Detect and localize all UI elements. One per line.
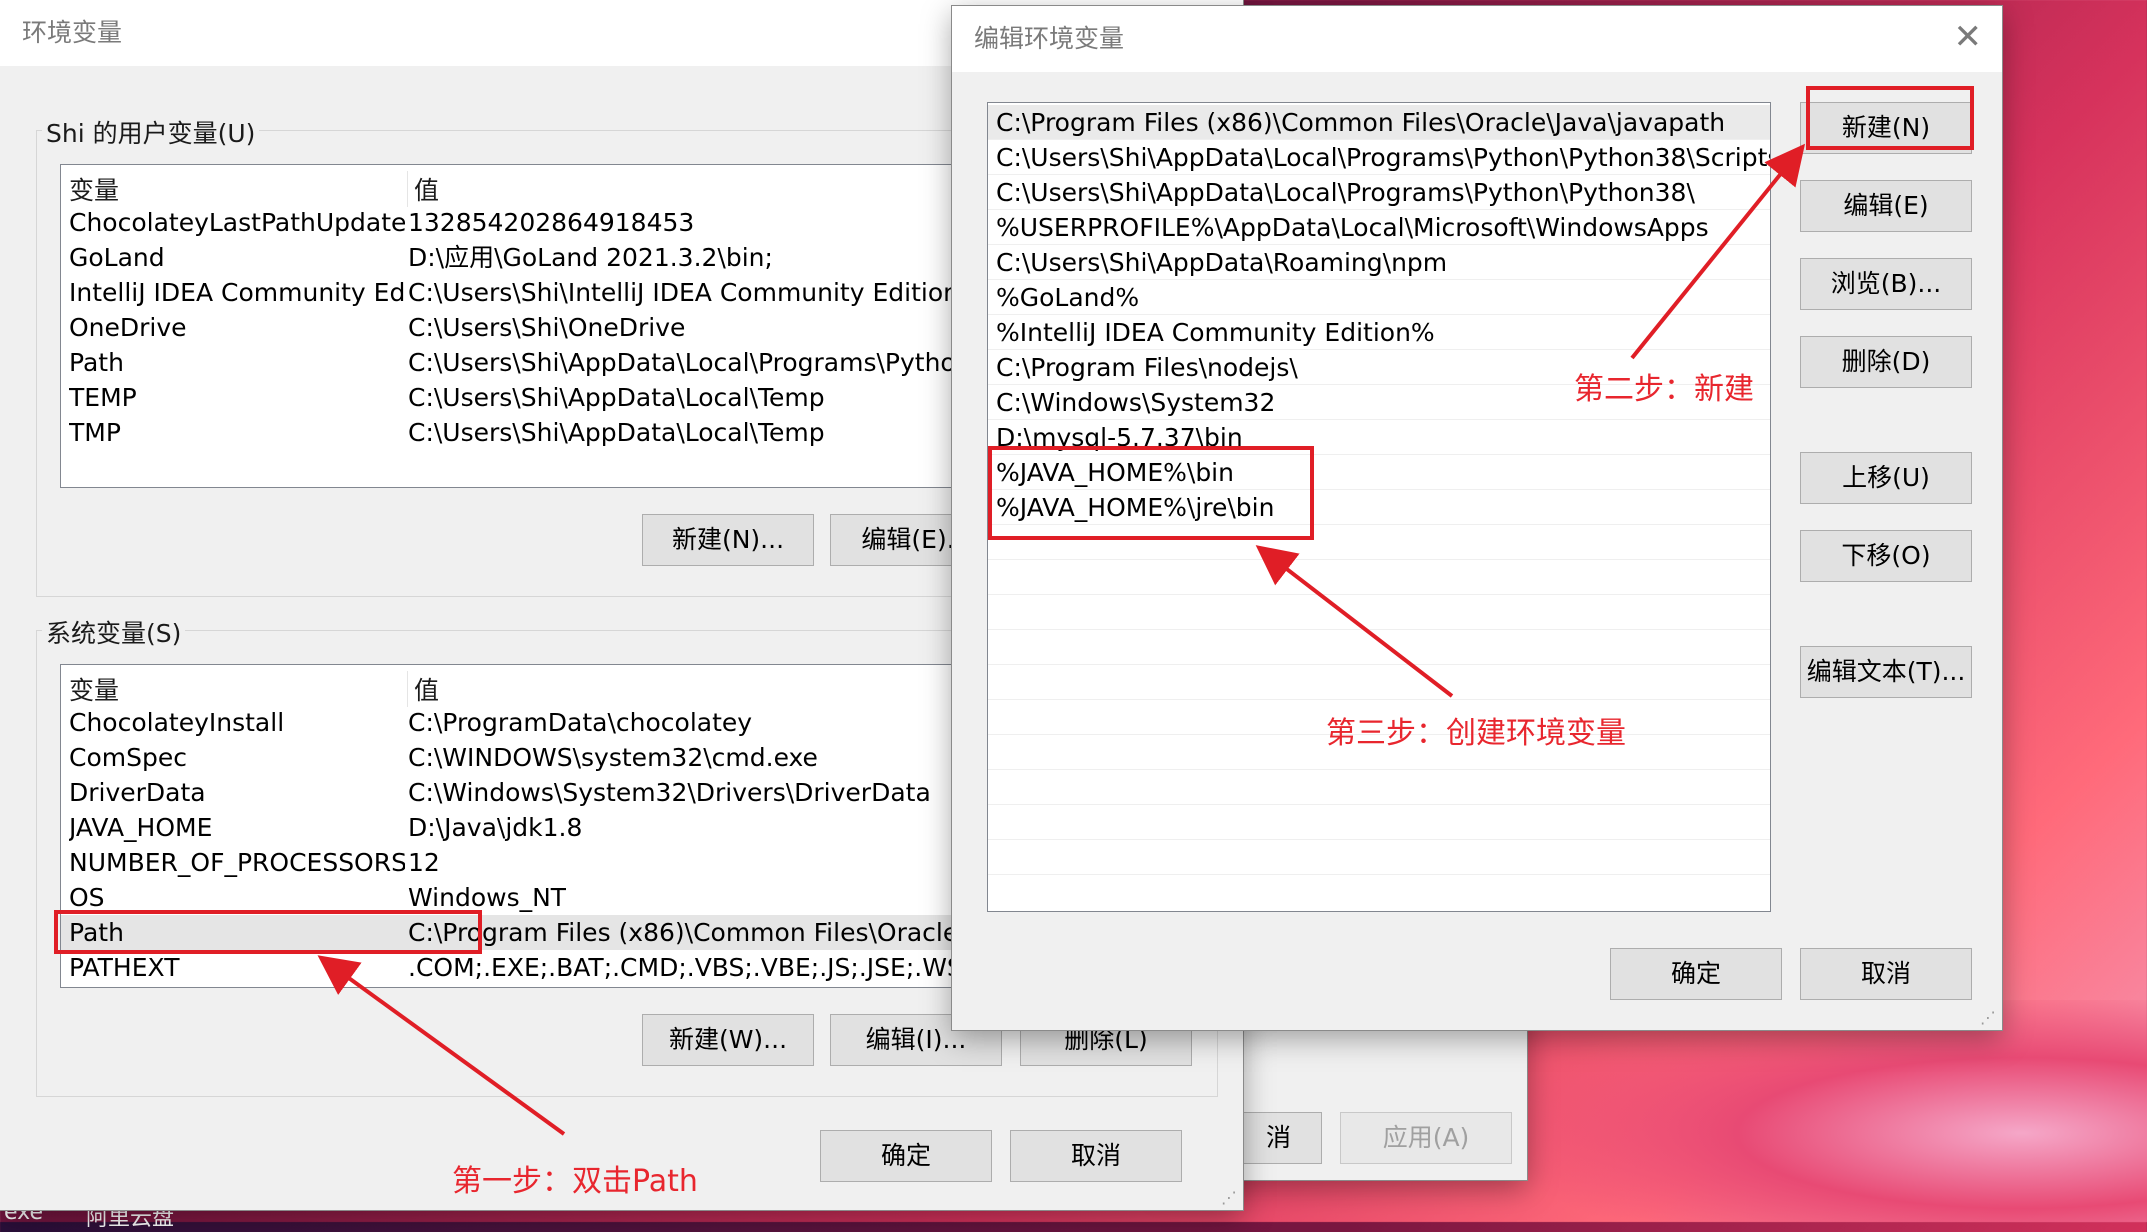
highlight-java-paths (988, 446, 1314, 540)
var-name: JAVA_HOME (69, 813, 213, 842)
var-value: C:\Users\Shi\AppData\Local\Temp (408, 383, 825, 412)
system-vars-group-label: 系统变量(S) (42, 614, 186, 650)
path-browse-button[interactable]: 浏览(B)... (1800, 258, 1972, 310)
column-header-variable[interactable]: 变量 (69, 671, 119, 707)
path-move-up-button[interactable]: 上移(U) (1800, 452, 1972, 504)
var-name: ComSpec (69, 743, 187, 772)
back-apply-button[interactable]: 应用(A) (1340, 1112, 1512, 1164)
edit-ok-button[interactable]: 确定 (1610, 948, 1782, 1000)
path-edit-text-button[interactable]: 编辑文本(T)... (1800, 646, 1972, 698)
var-name: GoLand (69, 243, 165, 272)
var-name: NUMBER_OF_PROCESSORS (69, 848, 405, 877)
path-edit-button[interactable]: 编辑(E) (1800, 180, 1972, 232)
var-name: IntelliJ IDEA Community Ed... (69, 278, 405, 307)
path-entry-empty[interactable] (988, 560, 1770, 595)
var-value: C:\Users\Shi\IntelliJ IDEA Community Edi… (408, 278, 999, 307)
highlight-new-button (1806, 86, 1974, 150)
path-entry[interactable]: %GoLand% (988, 280, 1770, 315)
var-value: C:\Users\Shi\AppData\Local\Temp (408, 418, 825, 447)
user-vars-group-label: Shi 的用户变量(U) (42, 114, 260, 150)
path-entry[interactable]: C:\Users\Shi\AppData\Local\Programs\Pyth… (988, 175, 1770, 210)
var-value: .COM;.EXE;.BAT;.CMD;.VBS;.VBE;.JS;.JSE;.… (408, 953, 1035, 982)
var-name: TEMP (69, 383, 137, 412)
annotation-step2: 第二步：新建 (1574, 372, 1754, 407)
edit-cancel-button[interactable]: 取消 (1800, 948, 1972, 1000)
path-entry[interactable]: C:\Program Files (x86)\Common Files\Orac… (988, 105, 1770, 140)
resize-grip-icon[interactable]: ⋰ (1980, 1008, 1998, 1027)
var-value: C:\Windows\System32\Drivers\DriverData (408, 778, 931, 807)
var-name: Path (69, 348, 124, 377)
path-entry[interactable]: %IntelliJ IDEA Community Edition% (988, 315, 1770, 350)
var-value: 12 (408, 848, 440, 877)
var-value: 132854202864918453 (408, 208, 695, 237)
annotation-step1: 第一步：双击Path (452, 1164, 698, 1199)
path-delete-button[interactable]: 删除(D) (1800, 336, 1972, 388)
var-value: C:\Users\Shi\OneDrive (408, 313, 686, 342)
system-new-button[interactable]: 新建(W)... (642, 1014, 814, 1066)
path-entry-empty[interactable] (988, 840, 1770, 875)
var-value: C:\ProgramData\chocolatey (408, 708, 753, 737)
path-entry-empty[interactable] (988, 595, 1770, 630)
var-name: ChocolateyInstall (69, 708, 285, 737)
user-new-button[interactable]: 新建(N)... (642, 514, 814, 566)
highlight-path-row (54, 910, 482, 954)
var-value: D:\应用\GoLand 2021.3.2\bin; (408, 243, 773, 272)
path-entry[interactable]: C:\Users\Shi\AppData\Roaming\npm (988, 245, 1770, 280)
path-entry-empty[interactable] (988, 665, 1770, 700)
edit-window-titlebar[interactable]: 编辑环境变量 (952, 6, 2002, 72)
env-window-title: 环境变量 (22, 18, 123, 47)
var-name: TMP (69, 418, 121, 447)
column-header-value[interactable]: 值 (407, 671, 439, 707)
var-name: PATHEXT (69, 953, 180, 982)
resize-grip-icon[interactable]: ⋰ (1221, 1188, 1239, 1207)
path-entry[interactable]: %USERPROFILE%\AppData\Local\Microsoft\Wi… (988, 210, 1770, 245)
edit-window-title: 编辑环境变量 (974, 24, 1125, 53)
path-entry-empty[interactable] (988, 770, 1770, 805)
env-ok-button[interactable]: 确定 (820, 1130, 992, 1182)
var-name: DriverData (69, 778, 206, 807)
column-header-variable[interactable]: 变量 (69, 171, 119, 207)
var-value: C:\Users\Shi\AppData\Local\Programs\Pyth… (408, 348, 996, 377)
path-move-down-button[interactable]: 下移(O) (1800, 530, 1972, 582)
path-entry-empty[interactable] (988, 630, 1770, 665)
var-value: D:\Java\jdk1.8 (408, 813, 583, 842)
path-entry[interactable]: C:\Users\Shi\AppData\Local\Programs\Pyth… (988, 140, 1770, 175)
var-name: ChocolateyLastPathUpdate (69, 208, 405, 237)
var-value: C:\Program Files (x86)\Common Files\Orac… (408, 918, 1005, 947)
close-icon[interactable]: ✕ (1954, 20, 1983, 54)
env-cancel-button[interactable]: 取消 (1010, 1130, 1182, 1182)
column-header-value[interactable]: 值 (407, 171, 439, 207)
var-name: OneDrive (69, 313, 187, 342)
desktop-wallpaper (1520, 1000, 2147, 1222)
path-entry-empty[interactable] (988, 805, 1770, 840)
var-value: C:\WINDOWS\system32\cmd.exe (408, 743, 818, 772)
annotation-step3: 第三步：创建环境变量 (1326, 716, 1626, 751)
